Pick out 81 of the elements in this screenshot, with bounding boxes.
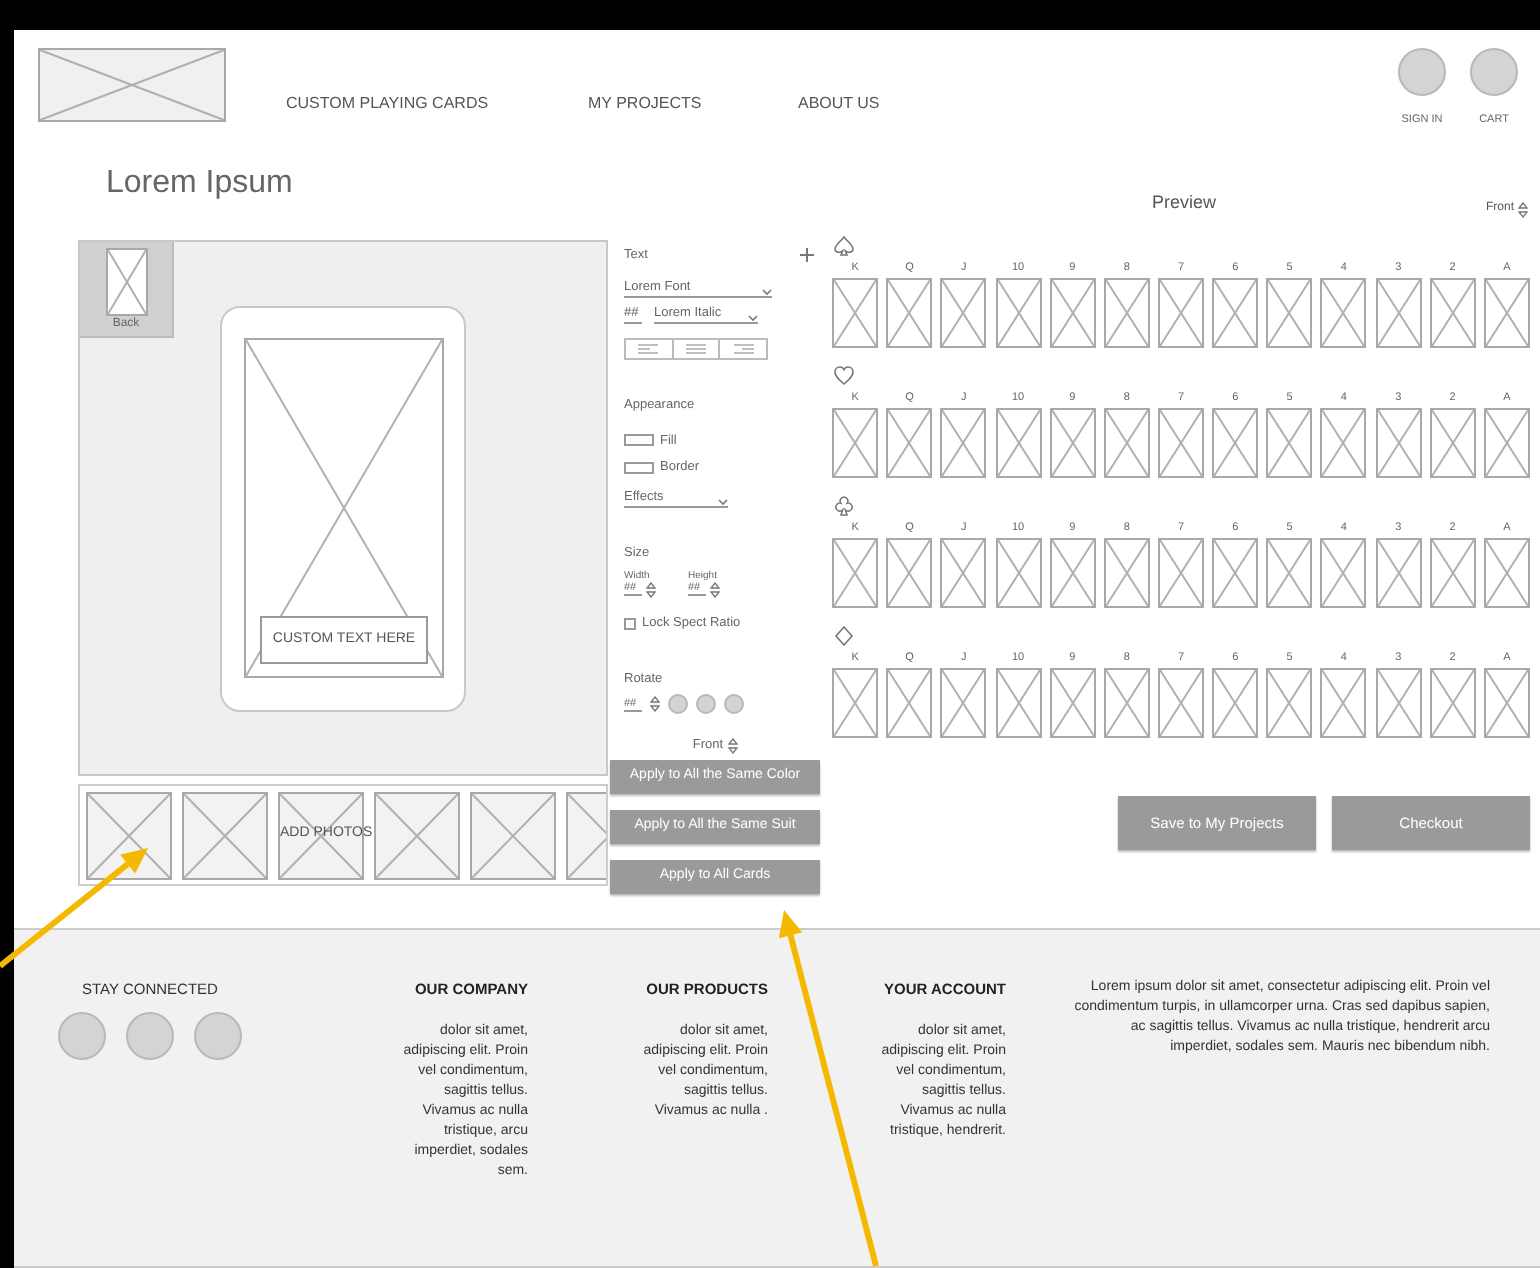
updown-arrows-icon[interactable] <box>727 738 738 755</box>
club-suit-icon <box>834 496 854 516</box>
card-placeholder <box>832 538 879 608</box>
card-placeholder <box>1266 538 1313 608</box>
align-center-icon <box>686 343 706 354</box>
card-placeholder <box>1157 668 1204 738</box>
card-placeholder <box>1157 278 1204 348</box>
card-placeholder <box>1103 668 1150 738</box>
card-placeholder <box>1320 278 1367 348</box>
card-placeholder <box>832 278 879 348</box>
caret-icon <box>762 287 772 296</box>
card-placeholder <box>1483 538 1530 608</box>
align-left-icon <box>638 343 659 354</box>
updown-arrows-icon[interactable] <box>1518 201 1528 217</box>
stepper-icon[interactable] <box>710 581 720 598</box>
card-placeholder <box>1483 278 1530 348</box>
card-placeholder <box>995 668 1042 738</box>
card-placeholder <box>1103 408 1150 478</box>
card-placeholder <box>1429 408 1476 478</box>
card-placeholder <box>1103 278 1150 348</box>
card-placeholder <box>995 538 1042 608</box>
card-placeholder <box>995 408 1042 478</box>
card-placeholder <box>940 538 987 608</box>
card-placeholder <box>1049 538 1096 608</box>
card-placeholder <box>886 668 933 738</box>
heart-suit-icon <box>834 366 854 386</box>
card-placeholder <box>1320 668 1367 738</box>
stepper-icon[interactable] <box>646 581 656 598</box>
card-placeholder <box>1157 538 1204 608</box>
photo-placeholder <box>182 792 268 880</box>
card-placeholder <box>1266 408 1313 478</box>
card-placeholder <box>832 668 879 738</box>
card-placeholder <box>832 408 879 478</box>
add-icon[interactable] <box>800 248 814 263</box>
caret-icon <box>718 498 728 506</box>
card-placeholder <box>1049 408 1096 478</box>
nav-link[interactable]: ABOUT US <box>798 94 880 112</box>
card-placeholder <box>1375 408 1422 478</box>
card-placeholder <box>1429 668 1476 738</box>
card-placeholder <box>1212 538 1259 608</box>
card-placeholder <box>995 278 1042 348</box>
card-placeholder <box>1266 278 1313 348</box>
card-placeholder <box>1483 408 1530 478</box>
card-placeholder <box>1157 408 1204 478</box>
nav-link[interactable]: CUSTOM PLAYING CARDS <box>286 94 489 112</box>
align-right-icon <box>733 343 754 354</box>
diamond-suit-icon <box>834 626 854 646</box>
card-placeholder <box>940 408 987 478</box>
card-placeholder <box>1049 278 1096 348</box>
nav-link[interactable]: MY PROJECTS <box>588 94 702 112</box>
page-title: Lorem Ipsum <box>106 164 295 204</box>
card-placeholder <box>886 538 933 608</box>
card-placeholder <box>1320 538 1367 608</box>
card-placeholder <box>886 408 933 478</box>
card-placeholder <box>105 248 147 316</box>
spade-suit-icon <box>834 236 854 256</box>
photo-placeholder <box>374 792 460 880</box>
color-swatch[interactable] <box>624 434 654 447</box>
card-placeholder <box>940 668 987 738</box>
card-placeholder <box>940 278 987 348</box>
checkbox[interactable] <box>624 617 636 630</box>
card-placeholder <box>1049 668 1096 738</box>
card-placeholder <box>1375 668 1422 738</box>
card-placeholder <box>1429 538 1476 608</box>
card-placeholder <box>1103 538 1150 608</box>
color-swatch[interactable] <box>624 462 654 475</box>
card-placeholder <box>1375 538 1422 608</box>
caret-icon <box>748 313 758 322</box>
card-placeholder <box>886 278 933 348</box>
card-placeholder <box>1483 668 1530 738</box>
card-placeholder <box>1320 408 1367 478</box>
card-placeholder <box>1266 668 1313 738</box>
card-placeholder <box>1212 408 1259 478</box>
preview-title: Preview <box>1152 190 1217 216</box>
card-placeholder <box>1212 278 1259 348</box>
stepper-icon[interactable] <box>650 696 660 713</box>
photo-placeholder <box>86 792 172 880</box>
photo-placeholder <box>470 792 556 880</box>
card-placeholder <box>1375 278 1422 348</box>
card-placeholder <box>1429 278 1476 348</box>
card-placeholder <box>1212 668 1259 738</box>
